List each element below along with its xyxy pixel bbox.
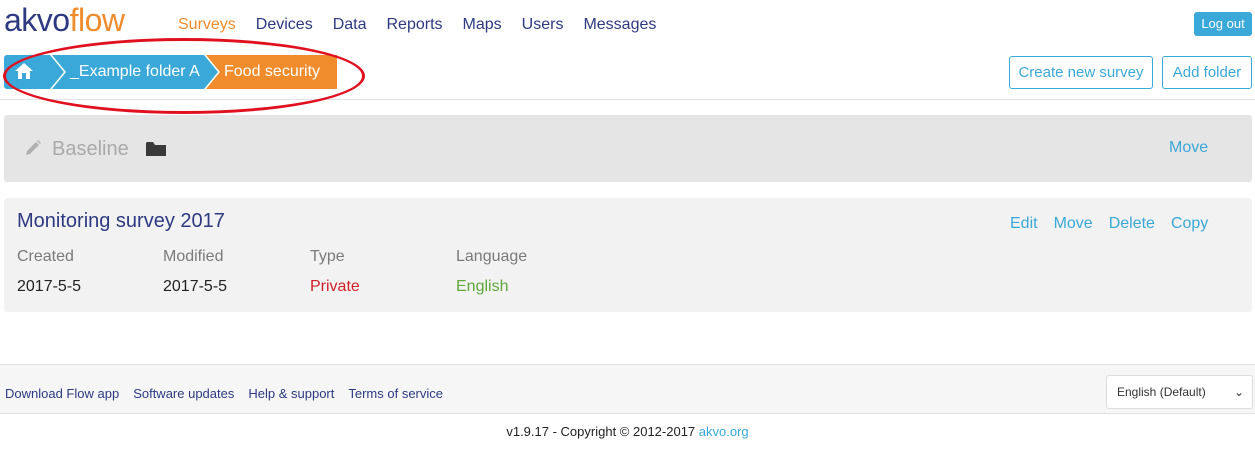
language-value: English [456,278,509,295]
modified-label: Modified [163,248,224,265]
nav-devices[interactable]: Devices [256,15,313,35]
footer-link-help[interactable]: Help & support [248,386,334,401]
nav-maps[interactable]: Maps [463,15,502,35]
survey-delete-link[interactable]: Delete [1109,215,1155,233]
breadcrumb: _Example folder A Food security Create n… [0,50,1255,100]
folder-move-link[interactable]: Move [1169,139,1208,157]
nav-data[interactable]: Data [333,15,367,35]
footer-links: Download Flow app Software updates Help … [5,386,457,401]
survey-card: Monitoring survey 2017 Edit Move Delete … [4,198,1252,312]
language-select-value: English (Default) [1117,385,1206,399]
nav-surveys[interactable]: Surveys [178,15,236,35]
breadcrumb-current-label: Food security [224,63,321,80]
nav-reports[interactable]: Reports [387,15,443,35]
survey-move-link[interactable]: Move [1054,215,1093,233]
footer-link-terms[interactable]: Terms of service [348,386,443,401]
breadcrumb-current[interactable]: Food security [206,55,337,89]
created-label: Created [17,248,74,265]
create-new-survey-button[interactable]: Create new survey [1009,56,1153,89]
modified-value: 2017-5-5 [163,278,228,295]
footer: Download Flow app Software updates Help … [0,364,1255,414]
type-label: Type [310,248,345,265]
folder-row[interactable]: Baseline Move [4,115,1252,182]
survey-actions: Edit Move Delete Copy [1010,215,1224,233]
pencil-icon[interactable] [24,139,42,157]
folder-icon [146,142,166,156]
footer-link-download[interactable]: Download Flow app [5,386,119,401]
survey-title[interactable]: Monitoring survey 2017 [17,209,225,233]
chevron-down-icon: ⌄ [1233,385,1244,399]
nav-users[interactable]: Users [522,15,564,35]
type-value: Private [310,278,360,295]
akvo-org-link[interactable]: akvo.org [699,424,749,439]
logo-akvo: akvo [4,2,70,38]
copyright-text: v1.9.17 - Copyright © 2012-2017 [506,424,696,439]
top-bar: akvoflow Surveys Devices Data Reports Ma… [0,0,1255,50]
nav-messages[interactable]: Messages [583,15,656,35]
logo-flow: flow [69,2,125,38]
copyright: v1.9.17 - Copyright © 2012-2017 akvo.org [0,424,1255,439]
footer-link-updates[interactable]: Software updates [133,386,234,401]
language-label: Language [456,248,528,265]
breadcrumb-home[interactable] [4,55,64,89]
breadcrumb-folder-label: _Example folder A [70,63,200,80]
logout-button[interactable]: Log out [1194,12,1252,36]
survey-edit-link[interactable]: Edit [1010,215,1038,233]
add-folder-button[interactable]: Add folder [1162,56,1252,89]
language-select[interactable]: English (Default) ⌄ [1106,375,1253,409]
created-value: 2017-5-5 [17,278,82,295]
breadcrumb-folder[interactable]: _Example folder A [52,55,218,89]
main-nav: Surveys Devices Data Reports Maps Users … [168,15,676,35]
home-icon [15,63,33,79]
akvoflow-logo[interactable]: akvoflow [4,0,125,40]
survey-copy-link[interactable]: Copy [1171,215,1208,233]
folder-name[interactable]: Baseline [52,137,129,161]
